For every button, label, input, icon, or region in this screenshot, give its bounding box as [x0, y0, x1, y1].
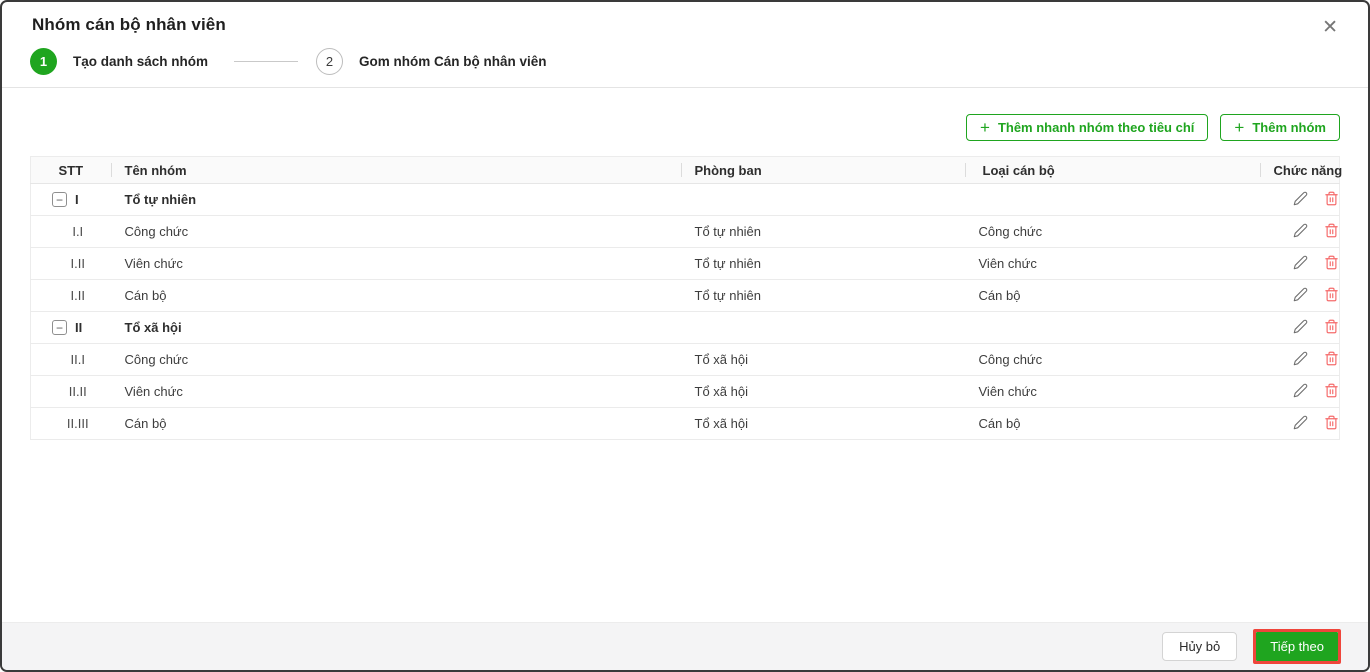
staff-type-cell: Cán bộ: [964, 279, 1260, 312]
quick-add-group-label: Thêm nhanh nhóm theo tiêu chí: [997, 120, 1195, 135]
name-cell: Viên chức: [110, 247, 681, 280]
column-header-name: Tên nhóm: [110, 156, 681, 184]
table-header-row: STT Tên nhóm Phòng ban Loại cán bộ Chức …: [30, 156, 1342, 184]
staff-type-cell: Viên chức: [964, 247, 1260, 280]
stt-cell: II.I: [30, 343, 111, 376]
name-cell: Viên chức: [110, 375, 681, 408]
delete-icon[interactable]: [1324, 255, 1339, 270]
delete-icon[interactable]: [1324, 383, 1339, 398]
step-2-indicator: 2: [316, 48, 344, 75]
staff-group-modal: Nhóm cán bộ nhân viên ✕ 1 Tạo danh sách …: [0, 0, 1370, 672]
modal-header: Nhóm cán bộ nhân viên ✕: [2, 2, 1368, 37]
plus-icon: +: [1234, 117, 1245, 137]
name-cell: Công chức: [110, 215, 681, 248]
delete-icon[interactable]: [1324, 319, 1339, 334]
close-icon[interactable]: ✕: [1322, 18, 1338, 37]
name-cell: Cán bộ: [110, 407, 681, 440]
plus-icon: +: [980, 117, 990, 137]
edit-icon[interactable]: [1293, 287, 1308, 302]
stt-cell: I.II: [30, 279, 111, 312]
modal-content: + Thêm nhanh nhóm theo tiêu chí + Thêm n…: [2, 88, 1368, 622]
step-2-label: Gom nhóm Cán bộ nhân viên: [359, 54, 547, 69]
department-cell: Tổ tự nhiên: [680, 279, 965, 312]
cancel-button[interactable]: Hủy bỏ: [1162, 632, 1238, 661]
edit-icon[interactable]: [1293, 351, 1308, 366]
edit-icon[interactable]: [1293, 255, 1308, 270]
delete-icon[interactable]: [1324, 191, 1339, 206]
group-name-cell: Tổ xã hội: [110, 311, 681, 344]
table-row: II.III Cán bộ Tổ xã hội Cán bộ: [30, 407, 1340, 440]
stt-cell: I.I: [30, 215, 111, 248]
quick-add-group-button[interactable]: + Thêm nhanh nhóm theo tiêu chí: [966, 114, 1209, 141]
department-cell: [680, 311, 965, 344]
next-button[interactable]: Tiếp theo: [1256, 632, 1338, 661]
staff-type-cell: Cán bộ: [964, 407, 1260, 440]
step-1-label: Tạo danh sách nhóm: [73, 54, 209, 69]
department-cell: [680, 183, 965, 216]
table-row: II.II Viên chức Tổ xã hội Viên chức: [30, 375, 1340, 408]
next-button-highlight: Tiếp theo: [1253, 629, 1341, 664]
table-row: I.II Viên chức Tổ tự nhiên Viên chức: [30, 247, 1340, 280]
modal-footer: Hủy bỏ Tiếp theo: [2, 622, 1368, 670]
staff-type-cell: Công chức: [964, 215, 1260, 248]
group-row: − I Tổ tự nhiên: [30, 183, 1340, 216]
column-header-staff-type: Loại cán bộ: [964, 156, 1260, 184]
group-name-cell: Tổ tự nhiên: [110, 183, 681, 216]
delete-icon[interactable]: [1324, 287, 1339, 302]
delete-icon[interactable]: [1324, 223, 1339, 238]
collapse-icon[interactable]: −: [52, 192, 67, 207]
department-cell: Tổ tự nhiên: [680, 215, 965, 248]
wizard-stepper: 1 Tạo danh sách nhóm 2 Gom nhóm Cán bộ n…: [2, 37, 1368, 87]
edit-icon[interactable]: [1293, 383, 1308, 398]
group-row: − II Tổ xã hội: [30, 311, 1340, 344]
add-group-label: Thêm nhóm: [1252, 120, 1326, 135]
staff-type-cell: [964, 183, 1260, 216]
edit-icon[interactable]: [1293, 191, 1308, 206]
groups-table: STT Tên nhóm Phòng ban Loại cán bộ Chức …: [30, 156, 1342, 440]
stt-cell: II.III: [30, 407, 111, 440]
table-row: I.II Cán bộ Tổ tự nhiên Cán bộ: [30, 279, 1340, 312]
edit-icon[interactable]: [1293, 415, 1308, 430]
delete-icon[interactable]: [1324, 351, 1339, 366]
department-cell: Tổ xã hội: [680, 407, 965, 440]
edit-icon[interactable]: [1293, 223, 1308, 238]
stt-cell: I.II: [30, 247, 111, 280]
name-cell: Cán bộ: [110, 279, 681, 312]
step-connector: [234, 61, 299, 62]
column-header-department: Phòng ban: [680, 156, 965, 184]
name-cell: Công chức: [110, 343, 681, 376]
department-cell: Tổ xã hội: [680, 343, 965, 376]
table-row: II.I Công chức Tổ xã hội Công chức: [30, 343, 1340, 376]
collapse-icon[interactable]: −: [52, 320, 67, 335]
department-cell: Tổ xã hội: [680, 375, 965, 408]
staff-type-cell: Công chức: [964, 343, 1260, 376]
column-header-stt: STT: [30, 156, 111, 184]
add-group-button[interactable]: + Thêm nhóm: [1220, 114, 1340, 141]
modal-title: Nhóm cán bộ nhân viên: [32, 15, 226, 34]
step-1-indicator: 1: [30, 48, 57, 75]
column-header-actions: Chức năng: [1259, 156, 1342, 184]
toolbar: + Thêm nhanh nhóm theo tiêu chí + Thêm n…: [30, 114, 1340, 141]
delete-icon[interactable]: [1324, 415, 1339, 430]
staff-type-cell: Viên chức: [964, 375, 1260, 408]
table-row: I.I Công chức Tổ tự nhiên Công chức: [30, 215, 1340, 248]
staff-type-cell: [964, 311, 1260, 344]
stt-cell: II.II: [30, 375, 111, 408]
department-cell: Tổ tự nhiên: [680, 247, 965, 280]
edit-icon[interactable]: [1293, 319, 1308, 334]
